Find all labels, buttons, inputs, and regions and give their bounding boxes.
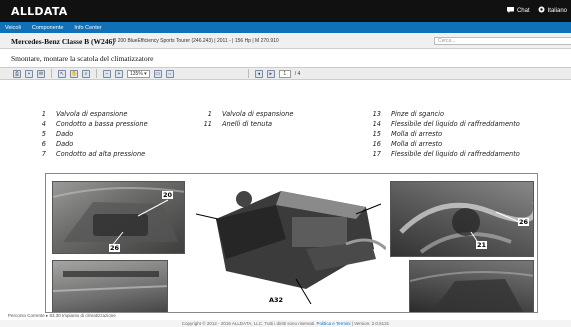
legend-item: 14 Flessibile del liquido di raffreddamen… bbox=[372, 120, 520, 128]
main-nav: Veicoli Componente Info Center bbox=[0, 22, 571, 33]
callout-label: 26 bbox=[518, 218, 530, 226]
zoom-value: 135% bbox=[130, 70, 143, 77]
page-number-input[interactable]: 1 bbox=[278, 69, 291, 78]
search-input[interactable]: Cerca... bbox=[434, 37, 571, 45]
fit-width-icon[interactable]: ⇔ bbox=[165, 69, 174, 78]
toolbar-divider bbox=[96, 69, 97, 78]
nav-item-vehicles[interactable]: Veicoli bbox=[5, 25, 21, 31]
select-icon[interactable]: ↖ bbox=[58, 69, 66, 78]
prev-page-icon[interactable]: ◂ bbox=[254, 69, 263, 78]
toolbar-divider bbox=[51, 69, 52, 78]
callout-label: 20 bbox=[162, 191, 174, 199]
breadcrumb: Percorso Corrente ▸ 83.30 Impianto di cl… bbox=[8, 313, 116, 318]
callout-label: 26 bbox=[109, 244, 121, 252]
callout-label: 21 bbox=[476, 241, 488, 249]
vehicle-name: Mercedes-Benz Classe B (W246) bbox=[11, 37, 115, 46]
print-icon[interactable]: ⎙ bbox=[13, 69, 21, 78]
photo-detail-bottom-right bbox=[409, 260, 534, 312]
vehicle-details: B 200 BlueEfficiency Sports Tourer (246.… bbox=[113, 38, 279, 44]
language-label: Italiano bbox=[547, 7, 567, 14]
zoom-out-icon[interactable]: − bbox=[103, 69, 111, 78]
top-header: ALLDATA Chat Italiano bbox=[0, 0, 571, 22]
copyright-text: Copyright © 2012 - 2016 ALLDATA, LLC. Tu… bbox=[181, 321, 316, 326]
legend-item: 6 Dado bbox=[41, 140, 74, 148]
legend-item: 1 Valvola di espansione bbox=[41, 110, 128, 118]
document-toolbar: ⎙ ▪ ✉ ↖ ✋ ⌕ − + 135% ▾ ▭ ⇔ ◂ ▸ 1 / 4 bbox=[0, 67, 571, 80]
alldata-logo[interactable]: ALLDATA bbox=[11, 5, 68, 18]
policy-link[interactable]: Politica e Termini bbox=[317, 321, 351, 326]
language-button[interactable]: Italiano bbox=[538, 6, 567, 15]
fit-page-icon[interactable]: ▭ bbox=[153, 69, 162, 78]
legend-item: 13 Pinze di sgancio bbox=[372, 110, 445, 118]
zoom-icon[interactable]: ⌕ bbox=[82, 69, 90, 78]
legend-item: 16 Molla di arresto bbox=[372, 140, 443, 148]
legend-item: 17 Flessibile del liquido di raffreddamen… bbox=[372, 150, 520, 158]
callout-label: A32 bbox=[268, 296, 285, 304]
pan-icon[interactable]: ✋ bbox=[70, 69, 78, 78]
next-page-icon[interactable]: ▸ bbox=[266, 69, 275, 78]
page-total: / 4 bbox=[294, 70, 301, 77]
legend-item: 11 Anelli di tenuta bbox=[203, 120, 273, 128]
save-icon[interactable]: ▪ bbox=[25, 69, 33, 78]
version-text: | Version: 2.0.5131 bbox=[351, 321, 390, 326]
zoom-select[interactable]: 135% ▾ bbox=[127, 69, 150, 78]
legend-item: 1 Valvola di espansione bbox=[207, 110, 294, 118]
legend-item: 4 Condotto a bassa pressione bbox=[41, 120, 148, 128]
procedure-figure: 20 26 A32 26 21 bbox=[45, 173, 538, 313]
climate-box-diagram bbox=[196, 179, 386, 304]
email-icon[interactable]: ✉ bbox=[37, 69, 45, 78]
chat-label: Chat bbox=[516, 7, 530, 14]
header-actions: Chat Italiano bbox=[506, 6, 567, 15]
photo-detail-top-right bbox=[390, 181, 534, 257]
settings-icon bbox=[538, 6, 545, 15]
toolbar-divider bbox=[247, 69, 249, 78]
nav-item-component[interactable]: Componente bbox=[32, 25, 64, 31]
chat-button[interactable]: Chat bbox=[506, 6, 530, 15]
footer: Copyright © 2012 - 2016 ALLDATA, LLC. Tu… bbox=[0, 320, 571, 327]
legend-item: 5 Dado bbox=[41, 130, 74, 138]
chat-icon bbox=[506, 6, 514, 15]
nav-item-info-center[interactable]: Info Center bbox=[74, 25, 101, 31]
photo-detail-bottom-left bbox=[52, 260, 168, 312]
page-title: Smontare, montare la scatola del climati… bbox=[11, 54, 154, 63]
zoom-in-icon[interactable]: + bbox=[115, 69, 123, 78]
legend-item: 15 Molla di arresto bbox=[372, 130, 443, 138]
legend-item: 7 Condotto ad alta pressione bbox=[41, 150, 146, 158]
